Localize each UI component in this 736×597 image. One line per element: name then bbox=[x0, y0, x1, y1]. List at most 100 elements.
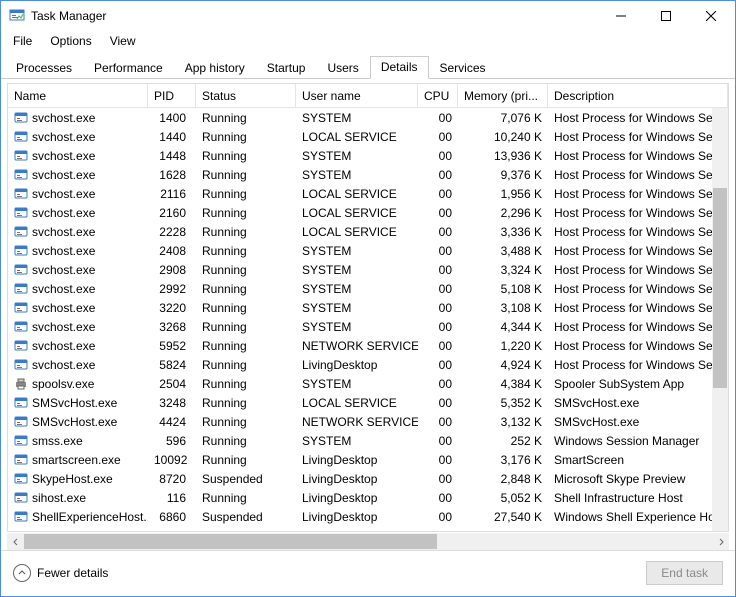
cell-name: smartscreen.exe bbox=[32, 453, 121, 467]
table-row[interactable]: ShellExperienceHost....6860SuspendedLivi… bbox=[8, 507, 728, 526]
maximize-button[interactable] bbox=[643, 1, 688, 31]
table-row[interactable]: svchost.exe3268RunningSYSTEM004,344 KHos… bbox=[8, 317, 728, 336]
vertical-scrollbar[interactable] bbox=[712, 108, 728, 531]
cell-name: svchost.exe bbox=[32, 244, 95, 258]
menu-view[interactable]: View bbox=[102, 32, 144, 50]
cell-status: Running bbox=[196, 111, 296, 125]
menu-options[interactable]: Options bbox=[42, 32, 99, 50]
table-row[interactable]: svchost.exe2908RunningSYSTEM003,324 KHos… bbox=[8, 260, 728, 279]
table-row[interactable]: SMSvcHost.exe4424RunningNETWORK SERVICE0… bbox=[8, 412, 728, 431]
end-task-button[interactable]: End task bbox=[646, 561, 723, 585]
table-row[interactable]: svchost.exe2116RunningLOCAL SERVICE001,9… bbox=[8, 184, 728, 203]
cell-desc: Host Process for Windows Serv bbox=[548, 225, 728, 239]
cell-status: Running bbox=[196, 244, 296, 258]
close-button[interactable] bbox=[688, 1, 733, 31]
chevron-up-icon bbox=[13, 564, 31, 582]
table-row[interactable]: svchost.exe3220RunningSYSTEM003,108 KHos… bbox=[8, 298, 728, 317]
cell-cpu: 00 bbox=[418, 434, 458, 448]
col-pid[interactable]: PID bbox=[148, 84, 196, 107]
cell-mem: 2,296 K bbox=[458, 206, 548, 220]
process-icon bbox=[14, 491, 28, 505]
cell-name: svchost.exe bbox=[32, 225, 95, 239]
cell-name: SkypeHost.exe bbox=[32, 472, 113, 486]
fewer-details-button[interactable]: Fewer details bbox=[13, 564, 108, 582]
cell-user: LOCAL SERVICE bbox=[296, 396, 418, 410]
table-row[interactable]: svchost.exe2228RunningLOCAL SERVICE003,3… bbox=[8, 222, 728, 241]
cell-status: Running bbox=[196, 358, 296, 372]
col-desc[interactable]: Description bbox=[548, 84, 728, 107]
cell-user: SYSTEM bbox=[296, 377, 418, 391]
table-row[interactable]: svchost.exe2992RunningSYSTEM005,108 KHos… bbox=[8, 279, 728, 298]
process-icon bbox=[14, 263, 28, 277]
tab-services[interactable]: Services bbox=[429, 57, 497, 79]
scroll-thumb[interactable] bbox=[713, 188, 727, 388]
scroll-left-icon[interactable] bbox=[7, 533, 24, 550]
minimize-button[interactable] bbox=[598, 1, 643, 31]
cell-pid: 3248 bbox=[148, 396, 196, 410]
cell-status: Running bbox=[196, 301, 296, 315]
cell-mem: 2,848 K bbox=[458, 472, 548, 486]
cell-user: LivingDesktop bbox=[296, 453, 418, 467]
col-name[interactable]: Name bbox=[8, 84, 148, 107]
cell-mem: 27,540 K bbox=[458, 510, 548, 524]
process-icon bbox=[14, 187, 28, 201]
cell-cpu: 00 bbox=[418, 206, 458, 220]
cell-cpu: 00 bbox=[418, 225, 458, 239]
table-row[interactable]: svchost.exe1440RunningLOCAL SERVICE0010,… bbox=[8, 127, 728, 146]
tab-users[interactable]: Users bbox=[316, 57, 369, 79]
cell-name: svchost.exe bbox=[32, 206, 95, 220]
cell-cpu: 00 bbox=[418, 472, 458, 486]
cell-mem: 3,488 K bbox=[458, 244, 548, 258]
horizontal-scrollbar[interactable] bbox=[7, 533, 729, 550]
cell-mem: 4,384 K bbox=[458, 377, 548, 391]
tab-startup[interactable]: Startup bbox=[256, 57, 317, 79]
col-cpu[interactable]: CPU bbox=[418, 84, 458, 107]
table-row[interactable]: sihost.exe116RunningLivingDesktop005,052… bbox=[8, 488, 728, 507]
table-row[interactable]: SMSvcHost.exe3248RunningLOCAL SERVICE005… bbox=[8, 393, 728, 412]
scroll-right-icon[interactable] bbox=[712, 533, 729, 550]
cell-name: svchost.exe bbox=[32, 263, 95, 277]
cell-user: LivingDesktop bbox=[296, 358, 418, 372]
cell-status: Running bbox=[196, 491, 296, 505]
tab-processes[interactable]: Processes bbox=[5, 57, 83, 79]
cell-mem: 9,376 K bbox=[458, 168, 548, 182]
cell-cpu: 00 bbox=[418, 301, 458, 315]
col-mem[interactable]: Memory (pri... bbox=[458, 84, 548, 107]
cell-pid: 2992 bbox=[148, 282, 196, 296]
cell-user: SYSTEM bbox=[296, 282, 418, 296]
cell-desc: Host Process for Windows Serv bbox=[548, 168, 728, 182]
cell-desc: Host Process for Windows Serv bbox=[548, 263, 728, 277]
col-user[interactable]: User name bbox=[296, 84, 418, 107]
table-row[interactable]: SkypeHost.exe8720SuspendedLivingDesktop0… bbox=[8, 469, 728, 488]
cell-pid: 6860 bbox=[148, 510, 196, 524]
process-icon bbox=[14, 358, 28, 372]
cell-user: LivingDesktop bbox=[296, 472, 418, 486]
table-row[interactable]: spoolsv.exe2504RunningSYSTEM004,384 KSpo… bbox=[8, 374, 728, 393]
cell-cpu: 00 bbox=[418, 111, 458, 125]
table-row[interactable]: svchost.exe1400RunningSYSTEM007,076 KHos… bbox=[8, 108, 728, 127]
cell-pid: 5952 bbox=[148, 339, 196, 353]
table-row[interactable]: svchost.exe5824RunningLivingDesktop004,9… bbox=[8, 355, 728, 374]
table-row[interactable]: svchost.exe5952RunningNETWORK SERVICE001… bbox=[8, 336, 728, 355]
cell-name: svchost.exe bbox=[32, 339, 95, 353]
table-row[interactable]: svchost.exe2160RunningLOCAL SERVICE002,2… bbox=[8, 203, 728, 222]
cell-user: SYSTEM bbox=[296, 244, 418, 258]
cell-user: SYSTEM bbox=[296, 263, 418, 277]
table-row[interactable]: smss.exe596RunningSYSTEM00252 KWindows S… bbox=[8, 431, 728, 450]
table-row[interactable]: smartscreen.exe10092RunningLivingDesktop… bbox=[8, 450, 728, 469]
tab-performance[interactable]: Performance bbox=[83, 57, 174, 79]
menu-file[interactable]: File bbox=[5, 32, 40, 50]
cell-desc: Host Process for Windows Serv bbox=[548, 339, 728, 353]
table-row[interactable]: svchost.exe1628RunningSYSTEM009,376 KHos… bbox=[8, 165, 728, 184]
cell-name: svchost.exe bbox=[32, 301, 95, 315]
table-row[interactable]: svchost.exe2408RunningSYSTEM003,488 KHos… bbox=[8, 241, 728, 260]
cell-status: Running bbox=[196, 339, 296, 353]
tab-apphistory[interactable]: App history bbox=[174, 57, 256, 79]
cell-desc: Host Process for Windows Serv bbox=[548, 358, 728, 372]
tab-details[interactable]: Details bbox=[370, 56, 429, 79]
hscroll-thumb[interactable] bbox=[24, 534, 437, 549]
col-status[interactable]: Status bbox=[196, 84, 296, 107]
cell-pid: 1448 bbox=[148, 149, 196, 163]
table-row[interactable]: svchost.exe1448RunningSYSTEM0013,936 KHo… bbox=[8, 146, 728, 165]
cell-pid: 5824 bbox=[148, 358, 196, 372]
